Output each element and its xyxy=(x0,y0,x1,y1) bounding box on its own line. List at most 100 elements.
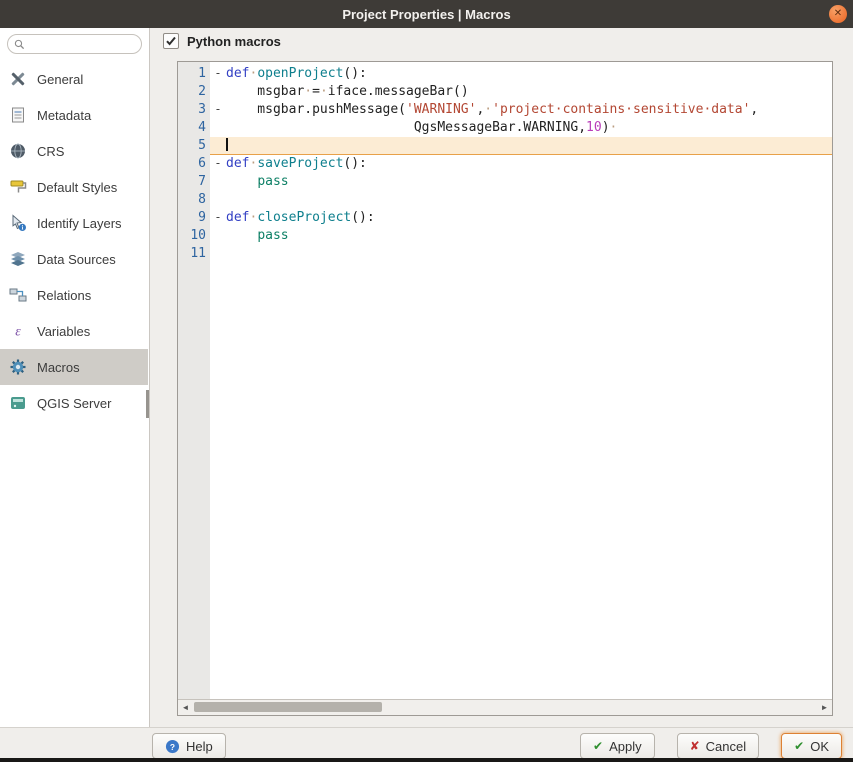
search-icon xyxy=(14,39,25,50)
line-number: 2 xyxy=(198,84,206,99)
sidebar-item-relations[interactable]: Relations xyxy=(0,277,148,313)
help-button[interactable]: ? Help xyxy=(152,733,226,759)
line-number: 6 xyxy=(198,156,206,171)
code-text[interactable]: def·closeProject(): xyxy=(226,209,832,227)
svg-text:ε: ε xyxy=(15,325,21,340)
editor-line-8[interactable]: 8 xyxy=(178,191,832,209)
scroll-left-arrow-icon[interactable]: ◄ xyxy=(178,700,193,715)
horizontal-scrollbar[interactable]: ◄ ► xyxy=(178,699,832,715)
python-macros-checkbox[interactable] xyxy=(163,33,179,49)
code-text[interactable]: pass xyxy=(226,227,832,245)
sidebar-item-qgis-server[interactable]: QGIS Server xyxy=(0,385,148,421)
sidebar-item-macros[interactable]: Macros xyxy=(0,349,148,385)
line-number: 5 xyxy=(198,138,206,153)
search-input[interactable] xyxy=(29,36,137,52)
identify-layers-icon: i xyxy=(8,213,28,233)
sidebar-item-general[interactable]: General xyxy=(0,61,148,97)
sidebar-item-default-styles[interactable]: Default Styles xyxy=(0,169,148,205)
editor-line-2[interactable]: 2 msgbar·=·iface.messageBar() xyxy=(178,83,832,101)
sidebar-item-data-sources[interactable]: Data Sources xyxy=(0,241,148,277)
scroll-right-arrow-icon[interactable]: ► xyxy=(817,700,832,715)
search-box[interactable] xyxy=(7,34,142,54)
editor-line-7[interactable]: 7 pass xyxy=(178,173,832,191)
ok-button-label: OK xyxy=(810,738,829,754)
ok-button[interactable]: ✔ OK xyxy=(781,733,842,759)
python-macros-row: Python macros xyxy=(163,33,281,49)
sidebar-item-crs[interactable]: CRS xyxy=(0,133,148,169)
code-text[interactable]: def·openProject(): xyxy=(226,65,832,83)
code-text[interactable] xyxy=(226,137,832,155)
line-number: 8 xyxy=(198,192,206,207)
close-icon: ✕ xyxy=(833,8,843,19)
fold-marker-icon[interactable]: - xyxy=(210,155,226,173)
code-text[interactable]: pass xyxy=(226,173,832,191)
close-button[interactable]: ✕ xyxy=(829,5,847,23)
fold-margin xyxy=(210,191,226,209)
bottom-edge xyxy=(0,758,853,762)
line-number: 11 xyxy=(190,246,206,261)
default-styles-icon xyxy=(8,177,28,197)
apply-button[interactable]: ✔ Apply xyxy=(580,733,655,759)
code-text[interactable] xyxy=(226,245,832,263)
scroll-track[interactable] xyxy=(193,700,817,715)
code-text[interactable]: msgbar·=·iface.messageBar() xyxy=(226,83,832,101)
line-number: 10 xyxy=(190,228,206,243)
crs-icon xyxy=(8,141,28,161)
cancel-button-label: Cancel xyxy=(705,738,747,754)
sidebar-item-label: Default Styles xyxy=(37,179,118,195)
text-cursor xyxy=(226,137,228,151)
svg-text:?: ? xyxy=(170,741,175,751)
python-macros-label: Python macros xyxy=(187,33,281,49)
code-text[interactable]: QgsMessageBar.WARNING,10)· xyxy=(226,119,832,137)
fold-marker-icon[interactable]: - xyxy=(210,65,226,83)
footer-separator xyxy=(0,727,853,728)
editor-line-3[interactable]: 3- msgbar.pushMessage('WARNING',·'projec… xyxy=(178,101,832,119)
editor-line-10[interactable]: 10 pass xyxy=(178,227,832,245)
sidebar: General Metadata CRS Default Styles i Identif… xyxy=(0,28,150,727)
fold-marker-icon[interactable]: - xyxy=(210,209,226,227)
sidebar-item-label: CRS xyxy=(37,143,65,159)
titlebar[interactable]: Project Properties | Macros ✕ xyxy=(0,0,853,28)
sidebar-item-label: Data Sources xyxy=(37,251,116,267)
sidebar-item-label: Identify Layers xyxy=(37,215,122,231)
apply-button-label: Apply xyxy=(609,738,642,754)
sidebar-item-identify-layers[interactable]: i Identify Layers xyxy=(0,205,148,241)
code-text[interactable]: msgbar.pushMessage('WARNING',·'project·c… xyxy=(226,101,832,119)
relations-icon xyxy=(8,285,28,305)
sidebar-item-metadata[interactable]: Metadata xyxy=(0,97,148,133)
check-icon: ✔ xyxy=(794,739,805,753)
fold-margin xyxy=(210,173,226,191)
scroll-thumb[interactable] xyxy=(194,702,382,712)
editor-line-1[interactable]: 1- def·openProject(): xyxy=(178,65,832,83)
code-text[interactable] xyxy=(226,191,832,209)
code-text[interactable]: def·saveProject(): xyxy=(226,155,832,173)
footer-buttons: ✔ Apply ✘ Cancel ✔ OK xyxy=(580,733,842,759)
variables-icon: ε xyxy=(8,321,28,341)
fold-margin xyxy=(210,119,226,137)
cancel-button[interactable]: ✘ Cancel xyxy=(676,733,760,759)
line-number: 3 xyxy=(198,102,206,117)
sidebar-item-variables[interactable]: ε Variables xyxy=(0,313,148,349)
line-number: 9 xyxy=(198,210,206,225)
sidebar-item-label: Macros xyxy=(37,359,80,375)
checkmark-icon xyxy=(166,36,176,46)
line-number: 1 xyxy=(198,66,206,81)
sidebar-item-label: Variables xyxy=(37,323,91,339)
editor-line-4[interactable]: 4 QgsMessageBar.WARNING,10)· xyxy=(178,119,832,137)
fold-marker-icon[interactable]: - xyxy=(210,101,226,119)
sidebar-item-label: Relations xyxy=(37,287,92,303)
sidebar-item-label: General xyxy=(37,71,84,87)
sidebar-scrollbar[interactable] xyxy=(146,390,149,418)
line-number: 4 xyxy=(198,120,206,135)
project-properties-dialog: Project Properties | Macros ✕ General Met… xyxy=(0,0,853,762)
editor-line-9[interactable]: 9- def·closeProject(): xyxy=(178,209,832,227)
cross-icon: ✘ xyxy=(689,739,700,753)
code-editor[interactable]: 1- def·openProject(): 2 msgbar·=·iface.mes… xyxy=(177,61,833,716)
editor-line-11[interactable]: 11 xyxy=(178,245,832,263)
data-sources-icon xyxy=(8,249,28,269)
window-title: Project Properties | Macros xyxy=(342,6,511,22)
metadata-icon xyxy=(8,105,28,125)
editor-line-5[interactable]: 5 xyxy=(178,137,832,155)
editor-line-6[interactable]: 6- def·saveProject(): xyxy=(178,155,832,173)
fold-margin xyxy=(210,245,226,263)
